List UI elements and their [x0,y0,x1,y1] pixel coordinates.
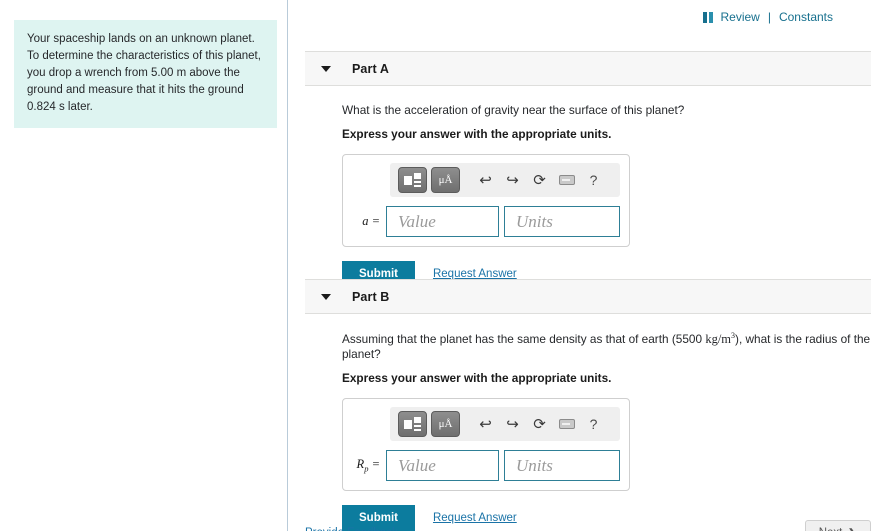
part-b-body: Assuming that the planet has the same de… [305,314,871,531]
part-a-variable-label: a = [362,214,380,228]
help-icon[interactable]: ? [580,411,607,437]
units-icon-label: μÅ [438,173,453,186]
part-a-instruction: Express your answer with the appropriate… [342,127,612,141]
part-a-input-row: a = Value Units [352,206,620,237]
problem-content-column: Review | Constants Part A What is the ac… [289,0,871,531]
next-button[interactable]: Next ❯ [804,520,871,531]
part-b-answer-widget: μÅ ↩ ↪ ⟳ ? Rp = Value Units [342,398,630,492]
reset-icon[interactable]: ⟳ [526,167,553,193]
reset-icon[interactable]: ⟳ [526,411,553,437]
redo-icon[interactable]: ↪ [499,167,526,193]
part-b-question-pre: Assuming that the planet has the same de… [342,332,706,347]
review-separator: | [767,10,771,24]
keyboard-icon[interactable] [553,167,580,193]
chevron-down-icon[interactable] [321,65,331,72]
problem-statement-text: Your spaceship lands on an unknown plane… [14,20,277,129]
review-link[interactable]: Review [720,10,759,24]
part-b-question: Assuming that the planet has the same de… [342,331,871,361]
part-b-units-input[interactable]: Units [504,450,620,482]
part-b-value-input[interactable]: Value [386,450,499,482]
chevron-down-icon[interactable] [321,293,331,300]
part-a-body: What is the acceleration of gravity near… [305,86,871,287]
provide-feedback-link[interactable]: Provide Feedback [305,527,398,531]
problem-statement-panel: Your spaceship lands on an unknown plane… [0,0,288,531]
part-b-toolbar: μÅ ↩ ↪ ⟳ ? [390,407,620,442]
part-b-title: Part B [352,289,390,304]
part-b-header[interactable]: Part B [305,279,871,314]
part-a-value-input[interactable]: Value [386,206,499,237]
page-footer: Provide Feedback Next ❯ [305,520,871,531]
book-icon [703,11,714,23]
math-template-icon[interactable] [398,411,427,438]
chevron-right-icon: ❯ [847,526,857,531]
part-a-section: Part A What is the acceleration of gravi… [305,51,871,287]
part-b-instruction: Express your answer with the appropriate… [342,371,612,386]
math-template-icon[interactable] [398,167,427,193]
undo-icon[interactable]: ↩ [472,411,499,437]
units-icon[interactable]: μÅ [431,167,460,193]
part-a-answer-widget: μÅ ↩ ↪ ⟳ ? a = Value Units [342,154,630,247]
problem-page: Your spaceship lands on an unknown plane… [0,0,871,531]
part-b-input-row: Rp = Value Units [352,450,620,482]
part-b-variable-label: Rp = [356,457,380,474]
part-b-section: Part B Assuming that the planet has the … [305,279,871,531]
units-icon-label: μÅ [438,417,453,430]
review-constants-bar: Review | Constants [703,10,833,24]
part-a-units-input[interactable]: Units [504,206,620,237]
part-a-header[interactable]: Part A [305,51,871,86]
next-button-label: Next [819,527,843,531]
part-a-question: What is the acceleration of gravity near… [342,103,685,117]
redo-icon[interactable]: ↪ [499,411,526,437]
part-a-title: Part A [352,61,389,76]
units-icon[interactable]: μÅ [431,411,460,438]
constants-link[interactable]: Constants [779,10,833,24]
undo-icon[interactable]: ↩ [472,167,499,193]
keyboard-icon[interactable] [553,411,580,437]
part-b-density-units: kg/m3 [705,331,736,347]
help-icon[interactable]: ? [580,167,607,193]
part-a-toolbar: μÅ ↩ ↪ ⟳ ? [390,163,620,197]
